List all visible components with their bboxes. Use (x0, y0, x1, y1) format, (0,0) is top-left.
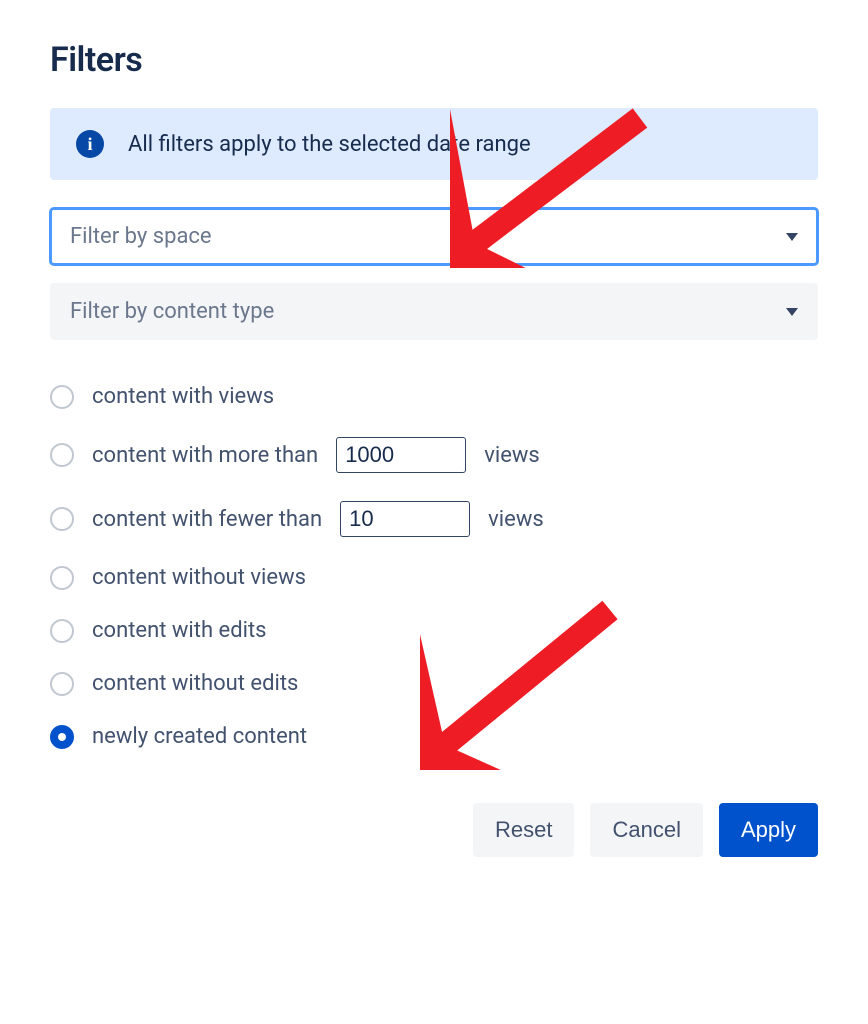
radio-label: content with views (92, 384, 274, 409)
radio-icon[interactable] (50, 566, 74, 590)
radio-label: content with more than (92, 443, 318, 468)
radio-label: content without views (92, 565, 306, 590)
radio-content-without-views[interactable]: content without views (50, 551, 818, 604)
fewer-than-input[interactable] (340, 501, 470, 537)
cancel-button[interactable]: Cancel (590, 803, 702, 857)
radio-label-suffix: views (488, 507, 544, 532)
radio-content-fewer-than[interactable]: content with fewer than views (50, 487, 818, 551)
info-icon (76, 130, 104, 158)
info-banner-text: All filters apply to the selected date r… (128, 132, 531, 157)
chevron-down-icon (786, 308, 798, 316)
reset-button[interactable]: Reset (473, 803, 574, 857)
radio-icon[interactable] (50, 507, 74, 531)
radio-icon[interactable] (50, 619, 74, 643)
radio-newly-created-content[interactable]: newly created content (50, 710, 818, 763)
radio-content-with-views[interactable]: content with views (50, 370, 818, 423)
filter-by-content-type-dropdown[interactable]: Filter by content type (50, 283, 818, 340)
dialog-buttons: Reset Cancel Apply (50, 803, 818, 857)
radio-label-suffix: views (484, 443, 540, 468)
more-than-input[interactable] (336, 437, 466, 473)
content-filter-radio-group: content with views content with more tha… (50, 370, 818, 763)
radio-label: content with fewer than (92, 507, 322, 532)
filter-by-content-type-label: Filter by content type (70, 299, 274, 324)
radio-label: content with edits (92, 618, 267, 643)
apply-button[interactable]: Apply (719, 803, 818, 857)
filter-by-space-dropdown[interactable]: Filter by space (50, 208, 818, 265)
radio-label: newly created content (92, 724, 307, 749)
radio-content-without-edits[interactable]: content without edits (50, 657, 818, 710)
radio-icon[interactable] (50, 443, 74, 467)
info-banner: All filters apply to the selected date r… (50, 108, 818, 180)
radio-content-more-than[interactable]: content with more than views (50, 423, 818, 487)
filters-heading: Filters (50, 40, 818, 80)
radio-content-with-edits[interactable]: content with edits (50, 604, 818, 657)
radio-icon[interactable] (50, 672, 74, 696)
radio-icon[interactable] (50, 385, 74, 409)
radio-icon[interactable] (50, 725, 74, 749)
filter-by-space-label: Filter by space (70, 224, 212, 249)
radio-label: content without edits (92, 671, 298, 696)
chevron-down-icon (786, 233, 798, 241)
